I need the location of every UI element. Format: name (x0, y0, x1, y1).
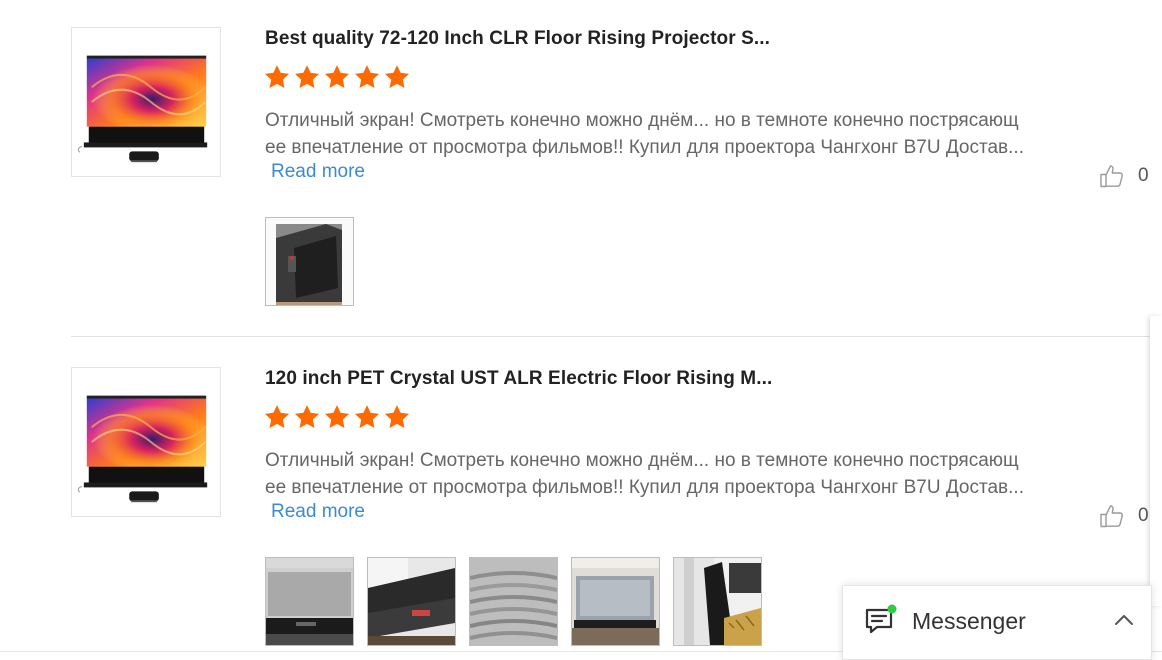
review-text-line: Отличный экран! Смотреть конечно можно д… (265, 110, 1019, 131)
product-title[interactable]: 120 inch PET Crystal UST ALR Electric Fl… (265, 368, 772, 390)
read-more-link[interactable]: Read more (271, 501, 365, 523)
star-icon (263, 403, 291, 431)
messenger-widget[interactable]: Messenger (842, 585, 1152, 660)
star-icon (353, 63, 381, 91)
star-icon (353, 403, 381, 431)
thumbs-up-icon (1098, 162, 1126, 190)
review-text-line: ее впечатление от просмотра фильмов!! Ку… (265, 137, 1024, 158)
rating-stars (263, 63, 411, 91)
review-photo[interactable] (265, 557, 354, 646)
rating-stars (263, 403, 411, 431)
side-panel-edge (1150, 316, 1162, 606)
star-icon (293, 403, 321, 431)
review-photo[interactable] (265, 217, 354, 306)
product-image[interactable] (71, 367, 221, 517)
like-button[interactable]: 0 (1098, 502, 1149, 530)
review-text: Отличный экран! Смотреть конечно можно д… (265, 447, 1095, 501)
review-photo[interactable] (469, 557, 558, 646)
read-more-link[interactable]: Read more (271, 161, 365, 183)
like-count: 0 (1138, 505, 1149, 526)
product-title[interactable]: Best quality 72-120 Inch CLR Floor Risin… (265, 28, 770, 50)
review-photo[interactable] (571, 557, 660, 646)
review-text-line: Отличный экран! Смотреть конечно можно д… (265, 450, 1019, 471)
review-text-line: ее впечатление от просмотра фильмов!! Ку… (265, 477, 1024, 498)
review-text: Отличный экран! Смотреть конечно можно д… (265, 107, 1095, 161)
review-photo[interactable] (367, 557, 456, 646)
star-icon (263, 63, 291, 91)
messenger-label: Messenger (912, 608, 1026, 634)
thumbs-up-icon (1098, 502, 1126, 530)
star-icon (323, 63, 351, 91)
star-icon (383, 403, 411, 431)
review-photo[interactable] (673, 557, 762, 646)
review-photos (265, 217, 354, 306)
star-icon (293, 63, 321, 91)
chat-icon (865, 604, 897, 634)
star-icon (323, 403, 351, 431)
review-divider (71, 336, 1150, 337)
reviews-page: Best quality 72-120 Inch CLR Floor Risin… (0, 0, 1162, 660)
star-icon (383, 63, 411, 91)
review-photos (265, 557, 762, 646)
chevron-up-icon[interactable] (1114, 613, 1134, 627)
like-count: 0 (1138, 165, 1149, 186)
like-button[interactable]: 0 (1098, 162, 1149, 190)
product-image[interactable] (71, 27, 221, 177)
